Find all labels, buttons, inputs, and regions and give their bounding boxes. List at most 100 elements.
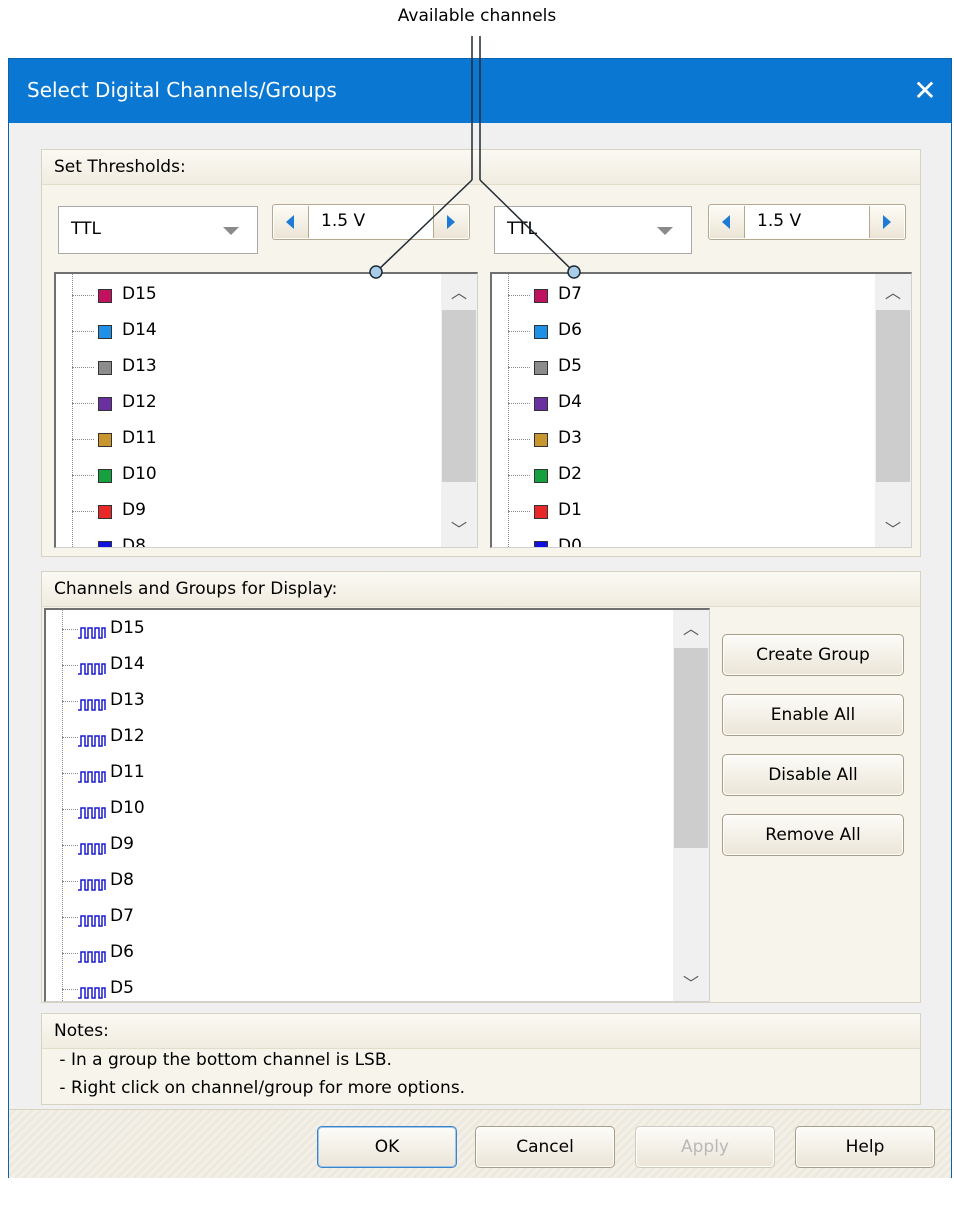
display-item[interactable]: D10 (46, 792, 646, 828)
channel-item[interactable]: D13 (56, 350, 436, 386)
scroll-down-icon[interactable]: ﹀ (673, 969, 709, 999)
enable-all-button[interactable]: Enable All (722, 694, 904, 736)
channel-item[interactable]: D3 (492, 422, 872, 458)
tree-line (508, 331, 530, 332)
display-item[interactable]: D15 (46, 612, 646, 648)
channel-item[interactable]: D1 (492, 494, 872, 530)
dialog-title: Select Digital Channels/Groups (27, 78, 337, 102)
left-logic-value: TTL (71, 219, 101, 239)
tree-line (62, 953, 78, 954)
channel-item[interactable]: D2 (492, 458, 872, 494)
channel-item[interactable]: D0 (492, 530, 872, 547)
notes-header: Notes: (42, 1014, 920, 1049)
color-swatch (534, 289, 548, 303)
display-item[interactable]: D7 (46, 900, 646, 936)
scroll-up-icon[interactable]: ︿ (875, 278, 911, 308)
arrow-left-icon (722, 215, 730, 229)
channel-label: D6 (558, 320, 582, 340)
scroll-thumb[interactable] (442, 310, 476, 482)
channel-item[interactable]: D10 (56, 458, 436, 494)
channel-item[interactable]: D8 (56, 530, 436, 547)
tree-line (508, 439, 530, 440)
left-voltage-decrease-button[interactable] (274, 206, 309, 238)
tree-line (72, 439, 94, 440)
display-item[interactable]: D11 (46, 756, 646, 792)
channel-label: D5 (558, 356, 582, 376)
scroll-up-icon[interactable]: ︿ (441, 278, 477, 308)
tree-line (508, 295, 530, 296)
channel-item[interactable]: D7 (492, 278, 872, 314)
left-logic-combo[interactable]: TTL (58, 206, 258, 254)
cancel-button[interactable]: Cancel (475, 1126, 615, 1168)
channel-label: D10 (122, 464, 157, 484)
display-item[interactable]: D6 (46, 936, 646, 972)
channel-item[interactable]: D6 (492, 314, 872, 350)
ok-button[interactable]: OK (317, 1126, 457, 1168)
chevron-down-icon (223, 227, 239, 235)
scrollbar[interactable]: ︿ ﹀ (673, 610, 709, 1001)
channel-label: D9 (122, 500, 146, 520)
right-voltage-spinner[interactable]: 1.5 V (708, 204, 906, 240)
left-channel-list[interactable]: D15 D14 D13 D12 D11 D10 D9 D8 ︿ ﹀ (54, 272, 478, 548)
tree-line (72, 511, 94, 512)
channel-item[interactable]: D4 (492, 386, 872, 422)
display-item[interactable]: D9 (46, 828, 646, 864)
right-voltage-increase-button[interactable] (869, 206, 904, 238)
digital-wave-icon (78, 768, 106, 787)
close-icon[interactable]: ✕ (905, 71, 945, 111)
tree-line (62, 881, 78, 882)
display-item-label: D13 (110, 690, 145, 710)
color-swatch (534, 505, 548, 519)
right-logic-combo[interactable]: TTL (494, 206, 692, 254)
right-voltage-value: 1.5 V (757, 211, 802, 231)
arrow-right-icon (883, 215, 891, 229)
color-swatch (534, 397, 548, 411)
display-item[interactable]: D8 (46, 864, 646, 900)
right-voltage-decrease-button[interactable] (710, 206, 745, 238)
tree-line (62, 737, 78, 738)
right-channel-list[interactable]: D7 D6 D5 D4 D3 D2 D1 D0 ︿ ﹀ (490, 272, 912, 548)
notes-line-2: - Right click on channel/group for more … (54, 1078, 466, 1098)
display-item[interactable]: D13 (46, 684, 646, 720)
display-item-label: D9 (110, 834, 134, 854)
left-voltage-increase-button[interactable] (433, 206, 468, 238)
digital-wave-icon (78, 984, 106, 1001)
digital-wave-icon (78, 660, 106, 679)
channel-label: D12 (122, 392, 157, 412)
scrollbar[interactable]: ︿ ﹀ (875, 274, 911, 547)
display-item-label: D6 (110, 942, 134, 962)
scroll-down-icon[interactable]: ﹀ (441, 515, 477, 545)
display-item[interactable]: D14 (46, 648, 646, 684)
create-group-button[interactable]: Create Group (722, 634, 904, 676)
apply-button[interactable]: Apply (635, 1126, 775, 1168)
help-button[interactable]: Help (795, 1126, 935, 1168)
display-item-label: D11 (110, 762, 145, 782)
disable-all-button[interactable]: Disable All (722, 754, 904, 796)
display-item-label: D7 (110, 906, 134, 926)
channel-item[interactable]: D11 (56, 422, 436, 458)
channel-item[interactable]: D12 (56, 386, 436, 422)
title-bar: Select Digital Channels/Groups ✕ (9, 59, 951, 123)
channel-item[interactable]: D5 (492, 350, 872, 386)
scroll-thumb[interactable] (674, 648, 708, 848)
tree-line (72, 331, 94, 332)
tree-line (508, 403, 530, 404)
display-item[interactable]: D5 (46, 972, 646, 1001)
scrollbar[interactable]: ︿ ﹀ (441, 274, 477, 547)
left-voltage-spinner[interactable]: 1.5 V (272, 204, 470, 240)
channel-item[interactable]: D14 (56, 314, 436, 350)
color-swatch (534, 433, 548, 447)
arrow-right-icon (447, 215, 455, 229)
channel-item[interactable]: D15 (56, 278, 436, 314)
display-item-label: D12 (110, 726, 145, 746)
dialog-window: Select Digital Channels/Groups ✕ Set Thr… (8, 58, 952, 1178)
display-item[interactable]: D12 (46, 720, 646, 756)
channel-item[interactable]: D9 (56, 494, 436, 530)
scroll-up-icon[interactable]: ︿ (673, 614, 709, 644)
tree-line (72, 295, 94, 296)
display-channel-list[interactable]: D15 D14 D13 D12 D11 D10 D9 D8 D7 D6 D5 ︿ ﹀ (44, 608, 710, 1002)
color-swatch (98, 433, 112, 447)
remove-all-button[interactable]: Remove All (722, 814, 904, 856)
scroll-down-icon[interactable]: ﹀ (875, 515, 911, 545)
scroll-thumb[interactable] (876, 310, 910, 482)
